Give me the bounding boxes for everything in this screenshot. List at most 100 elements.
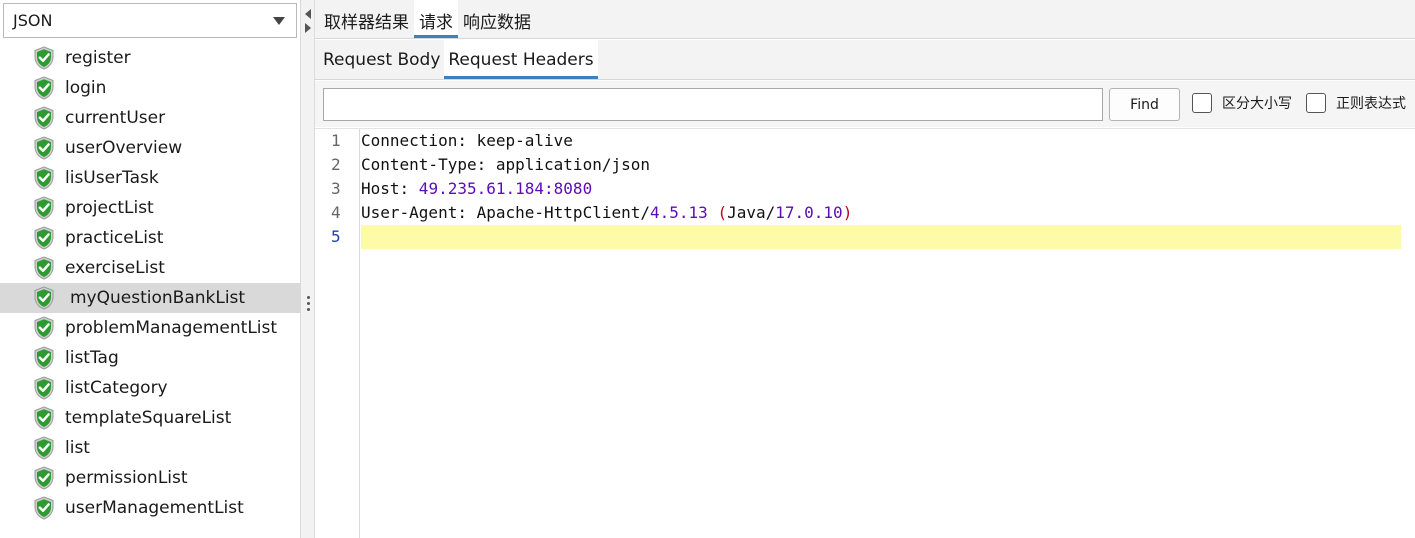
sampler-tree-item[interactable]: myQuestionBankList [0, 283, 300, 313]
case-sensitive-checkbox[interactable] [1192, 93, 1212, 113]
sampler-tree-item-label: userManagementList [65, 498, 244, 518]
tab-label: 请求 [419, 13, 453, 33]
header-value: Java [727, 203, 766, 222]
sampler-tree-item-label: permissionList [65, 468, 188, 488]
header-key: Host: [361, 179, 410, 198]
success-shield-icon [33, 166, 55, 190]
success-shield-icon [33, 136, 55, 160]
sampler-tree-item[interactable]: list [0, 433, 300, 463]
tab-request[interactable]: 请求 [414, 0, 458, 38]
header-key: Connection: [361, 131, 467, 150]
sampler-tree-item[interactable]: listTag [0, 343, 300, 373]
sampler-tree-item-label: problemManagementList [65, 318, 278, 338]
header-value: application [486, 155, 602, 174]
sampler-tree-item-label: listCategory [65, 378, 168, 398]
sampler-tree-item-label: register [65, 48, 131, 68]
sampler-result-tree: register login currentUser userOverview lisU… [0, 43, 300, 523]
sampler-tree-item[interactable]: register [0, 43, 300, 73]
tab-label: Request Headers [448, 50, 594, 70]
search-input[interactable] [323, 88, 1103, 121]
sampler-tree-item[interactable]: listCategory [0, 373, 300, 403]
sampler-tree-item-label: projectList [65, 198, 154, 218]
sampler-tree-item[interactable]: userOverview [0, 133, 300, 163]
success-shield-icon [33, 496, 55, 520]
chevron-down-icon[interactable] [273, 17, 285, 25]
success-shield-icon [33, 76, 55, 100]
sampler-tree-item[interactable]: problemManagementList [0, 313, 300, 343]
find-button-label: Find [1130, 96, 1159, 113]
success-shield-icon [33, 406, 55, 430]
sampler-tree-item[interactable]: projectList [0, 193, 300, 223]
slash-token: / [765, 203, 776, 222]
grip-dot-icon [307, 302, 310, 305]
code-line[interactable]: Connection: keep-alive [361, 129, 1401, 153]
headers-text-editor[interactable]: 1 2 3 4 5 Connection: keep-alive Content-Typ… [315, 128, 1415, 538]
renderer-combobox[interactable]: JSON [3, 3, 297, 38]
code-area[interactable]: Connection: keep-alive Content-Type: app… [361, 129, 1401, 249]
tab-label: 取样器结果 [324, 13, 409, 33]
sampler-tree-item-label: userOverview [65, 138, 183, 158]
request-sub-tab-bar: Request Body Request Headers [315, 40, 1415, 80]
tab-response-data[interactable]: 响应数据 [458, 0, 536, 38]
sampler-tree-panel: JSON register login currentUser userOvervie… [0, 0, 301, 538]
header-value: json [611, 155, 650, 174]
regex-label: 正则表达式 [1336, 96, 1406, 112]
success-shield-icon [33, 226, 55, 250]
success-shield-icon [33, 256, 55, 280]
success-shield-icon [33, 196, 55, 220]
success-shield-icon [33, 346, 55, 370]
search-bar: Find 区分大小写 正则表达式 [315, 81, 1415, 127]
number-token: 4.5.13 [650, 203, 708, 222]
success-shield-icon [33, 46, 55, 70]
tab-label: Request Body [323, 50, 441, 70]
main-tab-bar: 取样器结果 请求 响应数据 [315, 0, 1415, 39]
success-shield-icon [33, 466, 55, 490]
sampler-tree-item-label: exerciseList [65, 258, 165, 278]
find-button[interactable]: Find [1109, 88, 1180, 121]
sampler-tree-item[interactable]: lisUserTask [0, 163, 300, 193]
code-line-current[interactable] [361, 225, 1401, 249]
slash-token: / [640, 203, 650, 222]
expand-right-icon[interactable] [305, 23, 311, 33]
sampler-tree-item[interactable]: exerciseList [0, 253, 300, 283]
line-number-gutter: 1 2 3 4 5 [315, 129, 360, 538]
sampler-tree-item[interactable]: userManagementList [0, 493, 300, 523]
code-line[interactable]: Content-Type: application/json [361, 153, 1401, 177]
sampler-tree-item[interactable]: login [0, 73, 300, 103]
line-number: 1 [331, 131, 341, 150]
paren-token: ( [717, 203, 728, 222]
sampler-tree-item-label: login [65, 78, 107, 98]
grip-dot-icon [307, 296, 310, 299]
success-shield-icon [33, 316, 55, 340]
tab-sampler-result[interactable]: 取样器结果 [319, 0, 414, 38]
header-value: Apache-HttpClient [466, 203, 641, 222]
header-key: Content-Type: [361, 155, 487, 174]
tab-label: 响应数据 [463, 13, 531, 33]
sampler-tree-item-label: list [65, 438, 90, 458]
sampler-tree-item-label: lisUserTask [65, 168, 159, 188]
line-number: 5 [331, 227, 341, 246]
code-line[interactable]: User-Agent: Apache-HttpClient/4.5.13 (Ja… [361, 201, 1401, 225]
sampler-tree-item[interactable]: templateSquareList [0, 403, 300, 433]
regex-checkbox[interactable] [1306, 93, 1326, 113]
sampler-tree-item-label: currentUser [65, 108, 166, 128]
code-line[interactable]: Host: 49.235.61.184:8080 [361, 177, 1401, 201]
tab-request-headers[interactable]: Request Headers [444, 40, 598, 79]
success-shield-icon [33, 376, 55, 400]
number-token: 49.235.61.184:8080 [409, 179, 593, 198]
sampler-tree-item-label: myQuestionBankList [70, 288, 246, 308]
collapse-left-icon[interactable] [305, 9, 311, 19]
sampler-tree-item-label: templateSquareList [65, 408, 232, 428]
sampler-tree-item[interactable]: currentUser [0, 103, 300, 133]
line-number: 3 [331, 179, 341, 198]
line-number: 4 [331, 203, 341, 222]
sampler-tree-item[interactable]: practiceList [0, 223, 300, 253]
number-token: 17.0.10 [775, 203, 843, 222]
paren-token: ) [842, 203, 853, 222]
sampler-tree-item-label: listTag [65, 348, 119, 368]
panel-splitter[interactable] [301, 0, 315, 538]
tab-request-body[interactable]: Request Body [319, 40, 444, 79]
success-shield-icon [33, 286, 55, 310]
sampler-tree-item[interactable]: permissionList [0, 463, 300, 493]
